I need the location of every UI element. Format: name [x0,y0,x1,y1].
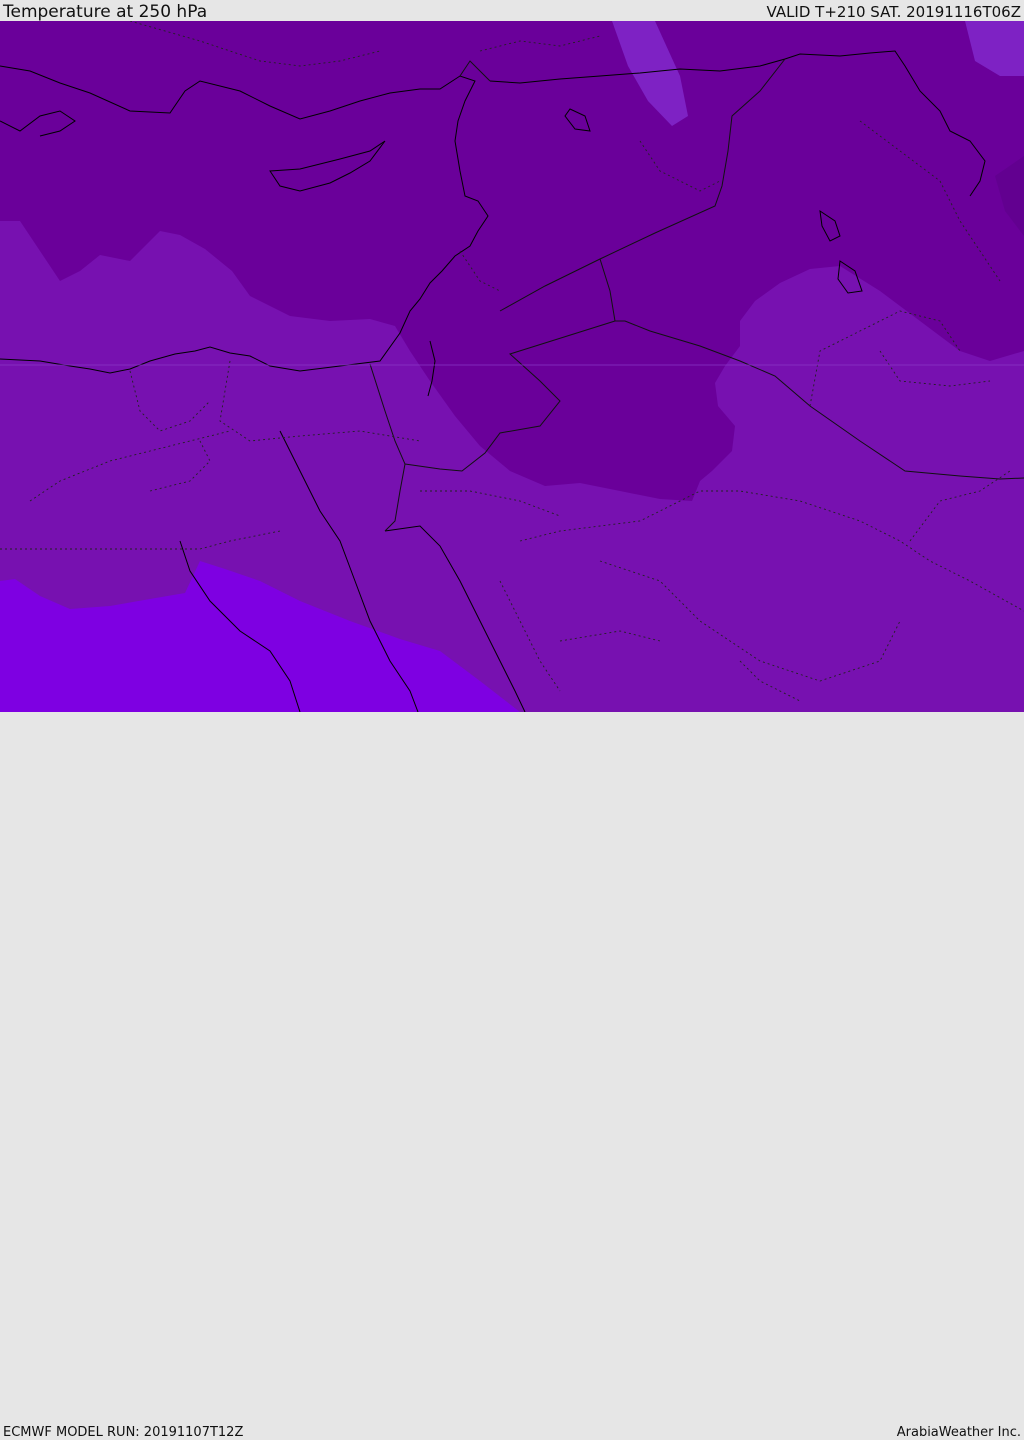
model-run: ECMWF MODEL RUN: 20191107T12Z [3,1425,244,1440]
valid-time: VALID T+210 SAT. 20191116T06Z [766,3,1021,21]
header-bar: Temperature at 250 hPa VALID T+210 SAT. … [0,0,1024,22]
map-title: Temperature at 250 hPa [3,2,208,22]
footer-bar: ECMWF MODEL RUN: 20191107T12Z ArabiaWeat… [0,712,1024,1440]
weather-map [0,21,1024,712]
credit-label: ArabiaWeather Inc. [896,1425,1021,1440]
